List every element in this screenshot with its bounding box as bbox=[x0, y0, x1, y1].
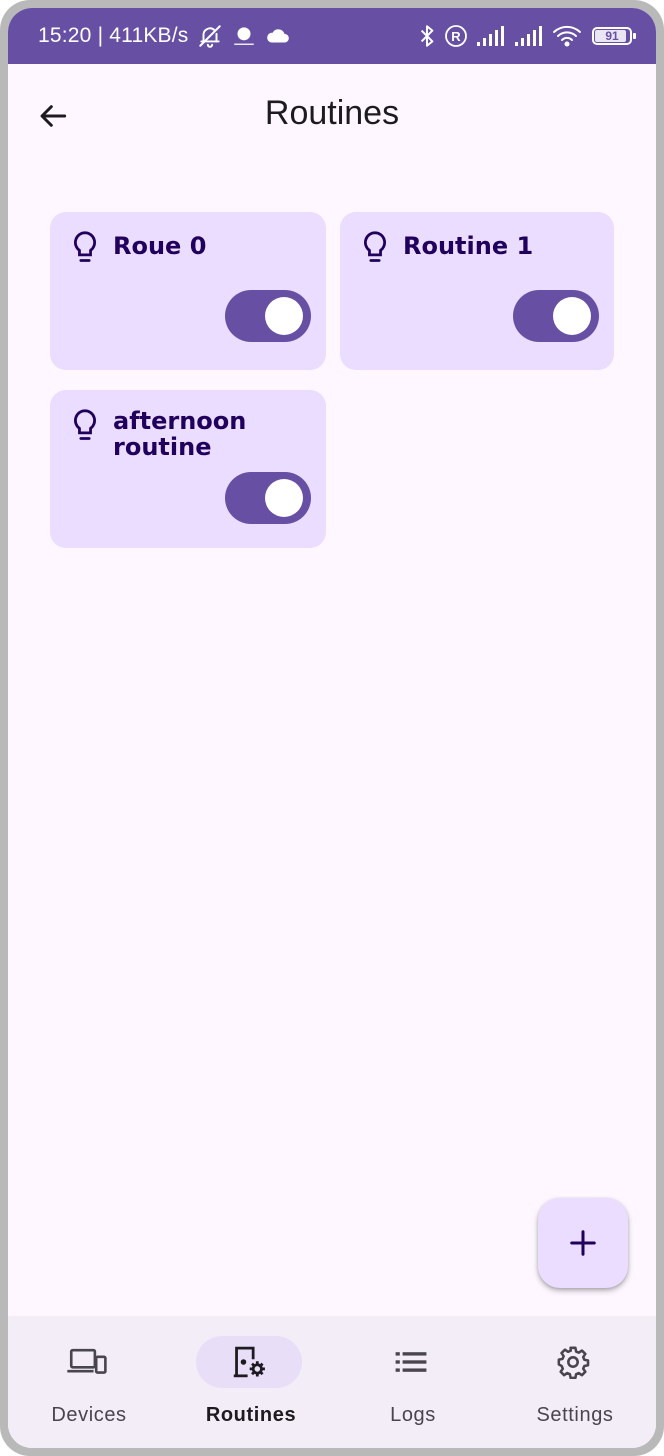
cloud-icon bbox=[265, 25, 291, 47]
svg-text:R: R bbox=[451, 29, 461, 44]
routine-card[interactable]: afternoon routine bbox=[50, 390, 326, 548]
nav-item-settings[interactable]: Settings bbox=[494, 1316, 656, 1448]
device-frame: 15:20 | 411KB/s R 91 Routines Roue 0 Rou… bbox=[0, 0, 664, 1456]
battery-percent: 91 bbox=[605, 29, 619, 43]
app-bar: Routines bbox=[8, 64, 656, 168]
devices-icon bbox=[67, 1348, 107, 1374]
toggle-thumb bbox=[265, 297, 303, 335]
weather-icon bbox=[231, 23, 257, 49]
lightbulb-icon bbox=[68, 230, 102, 266]
lightbulb-icon bbox=[68, 408, 102, 444]
nav-pill-active bbox=[196, 1336, 302, 1388]
routine-toggle[interactable] bbox=[225, 290, 311, 342]
page-title: Routines bbox=[264, 94, 400, 132]
routine-card[interactable]: Routine 1 bbox=[340, 212, 614, 370]
routine-toggle[interactable] bbox=[513, 290, 599, 342]
nav-label: Routines bbox=[205, 1404, 297, 1426]
routine-label: afternoon routine bbox=[113, 407, 247, 461]
routine-toggle[interactable] bbox=[225, 472, 311, 524]
nav-item-devices[interactable]: Devices bbox=[8, 1316, 170, 1448]
nav-pill bbox=[34, 1336, 140, 1388]
status-time: 15:20 | 411KB/s bbox=[38, 24, 189, 47]
lightbulb-icon bbox=[358, 230, 392, 266]
nav-label: Devices bbox=[51, 1404, 127, 1426]
routine-card[interactable]: Roue 0 bbox=[50, 212, 326, 370]
screen: 15:20 | 411KB/s R 91 Routines Roue 0 Rou… bbox=[8, 8, 656, 1448]
routine-label: Routine 1 bbox=[403, 232, 534, 260]
add-routine-button[interactable] bbox=[538, 1198, 628, 1288]
gear-icon bbox=[557, 1346, 590, 1379]
nav-label: Logs bbox=[390, 1404, 436, 1426]
routines-icon bbox=[233, 1346, 265, 1378]
toggle-thumb bbox=[265, 479, 303, 517]
nav-pill bbox=[358, 1336, 464, 1388]
status-right: R 91 bbox=[418, 8, 636, 64]
battery-icon: 91 bbox=[592, 27, 636, 45]
roaming-icon: R bbox=[444, 24, 468, 48]
nav-label: Settings bbox=[536, 1404, 614, 1426]
nav-item-routines[interactable]: Routines bbox=[170, 1316, 332, 1448]
status-bar: 15:20 | 411KB/s R 91 bbox=[8, 8, 656, 64]
routine-label: Roue 0 bbox=[113, 232, 207, 260]
plus-icon bbox=[570, 1230, 596, 1256]
wifi-icon bbox=[552, 24, 582, 48]
nav-item-logs[interactable]: Logs bbox=[332, 1316, 494, 1448]
bluetooth-icon bbox=[418, 23, 436, 49]
nav-pill bbox=[520, 1336, 626, 1388]
signal-icon bbox=[514, 25, 544, 47]
mute-bell-icon bbox=[197, 23, 223, 49]
status-left: 15:20 | 411KB/s bbox=[38, 8, 291, 64]
bottom-navigation: Devices Routines Logs Settings bbox=[8, 1316, 656, 1448]
list-icon bbox=[395, 1352, 427, 1372]
signal-icon bbox=[476, 25, 506, 47]
toggle-thumb bbox=[553, 297, 591, 335]
